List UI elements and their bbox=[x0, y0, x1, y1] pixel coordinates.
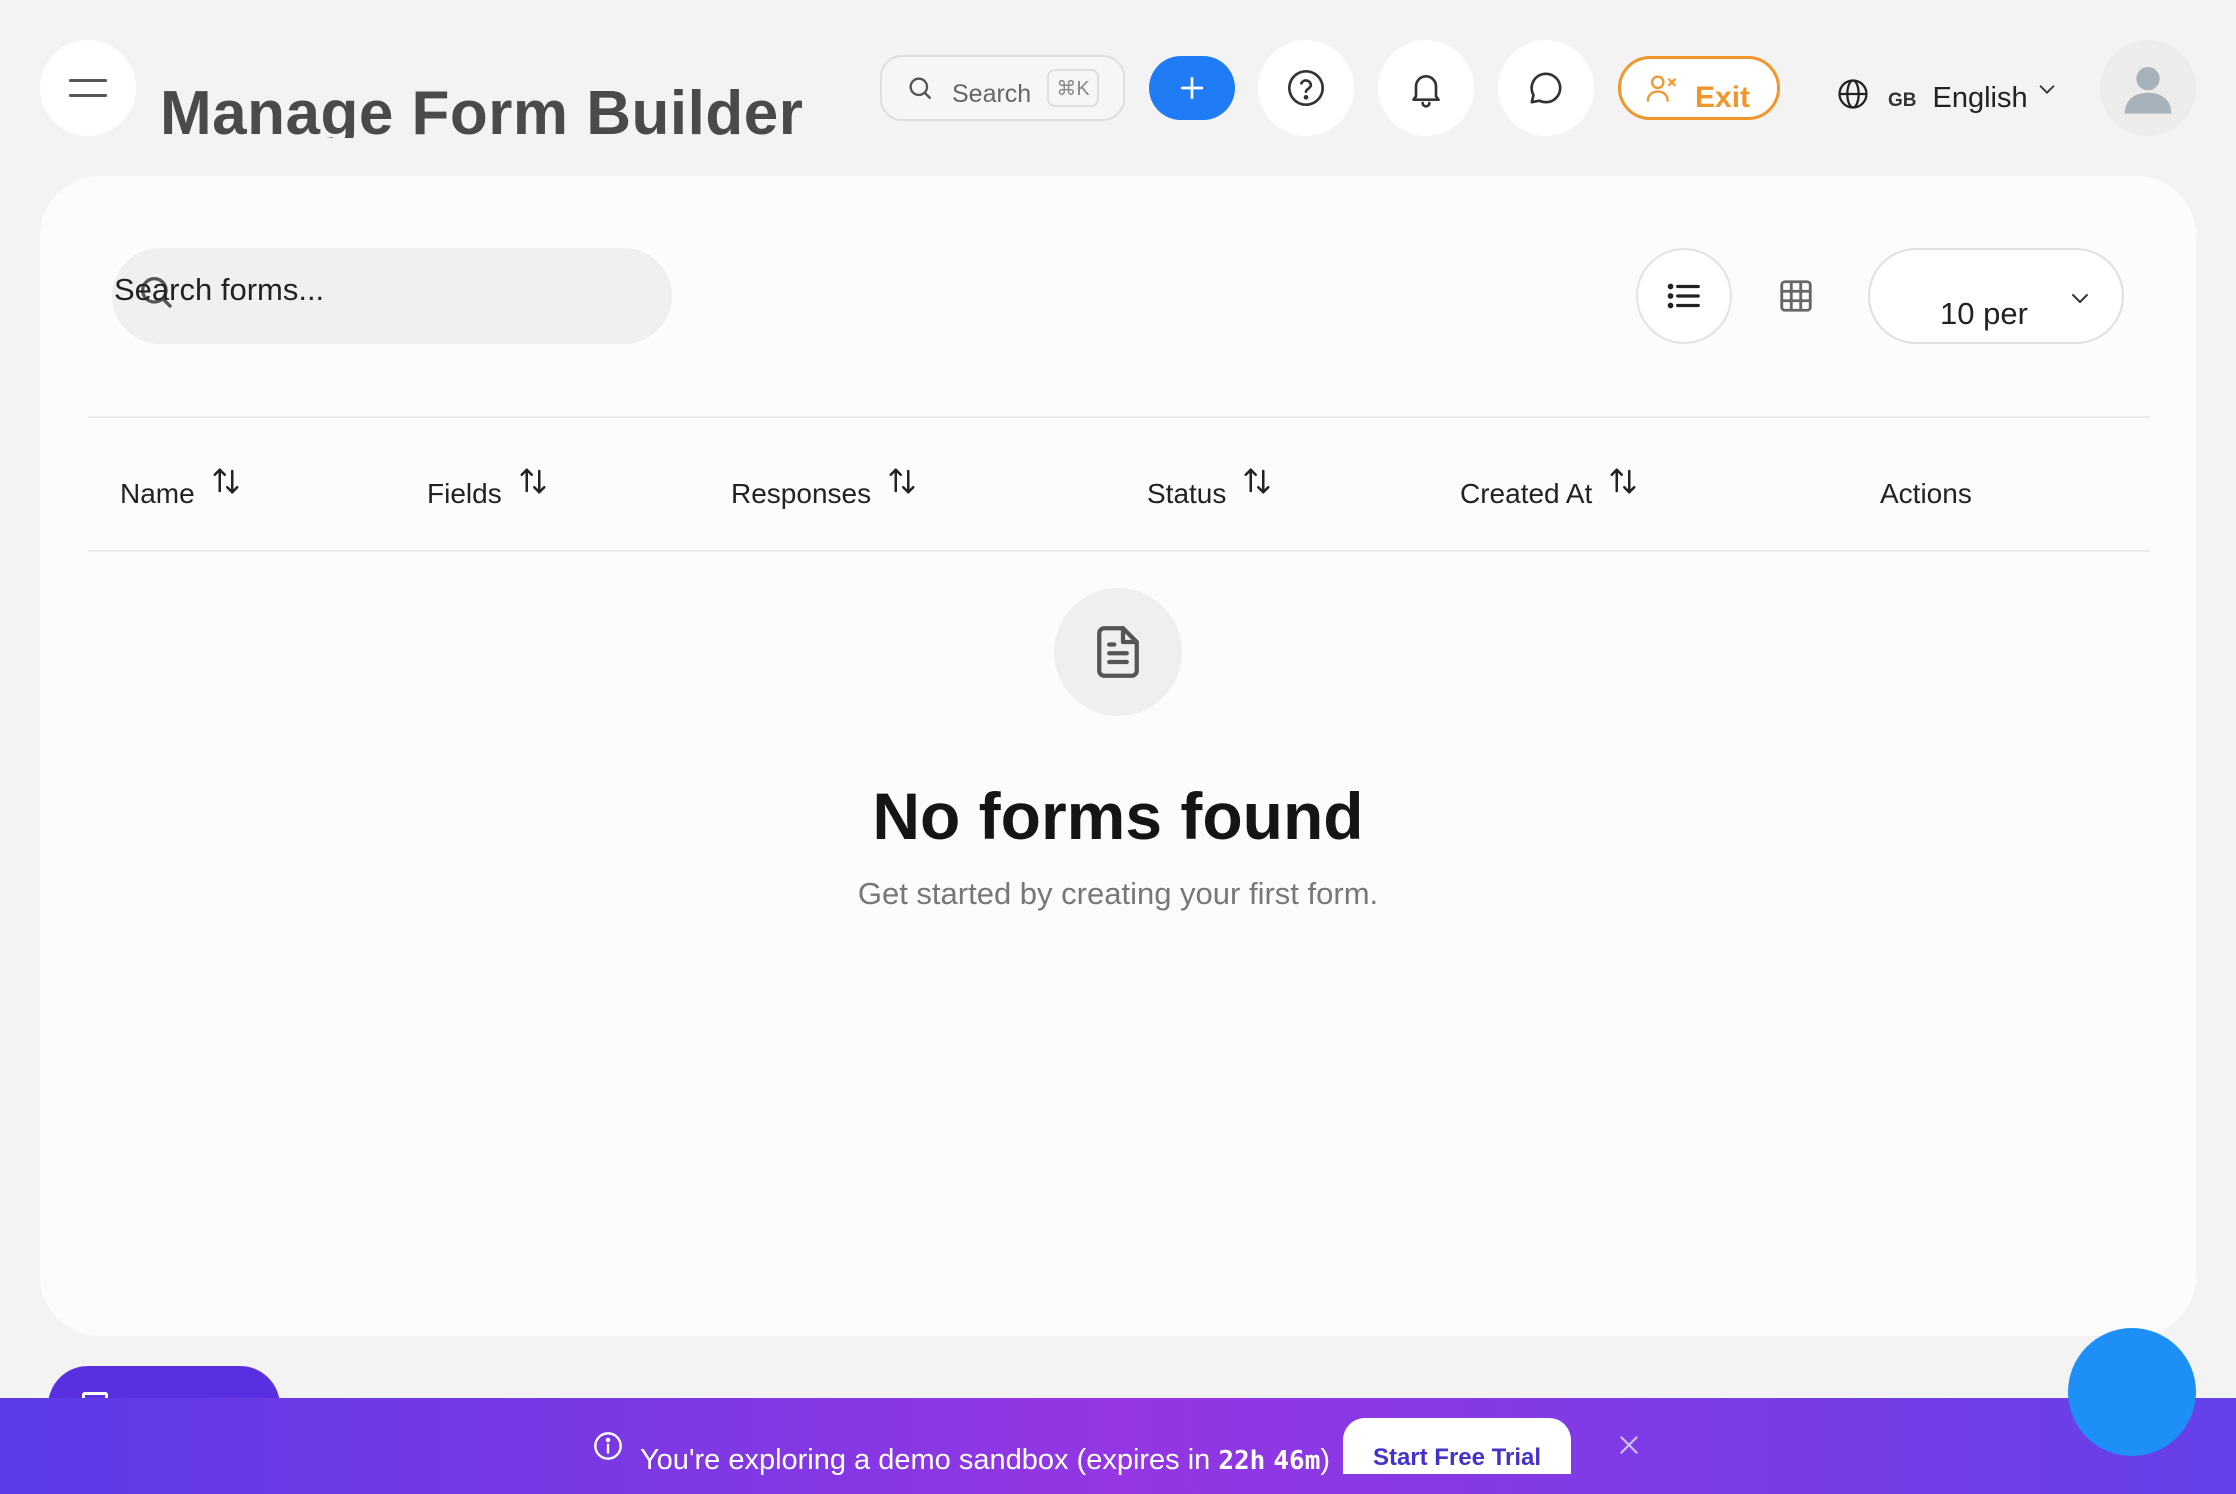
language-selector[interactable]: GB English bbox=[1836, 66, 2058, 122]
column-header-actions: Actions bbox=[1880, 466, 1972, 510]
chevron-down-icon bbox=[2072, 294, 2088, 304]
search-icon bbox=[909, 77, 932, 100]
bell-icon bbox=[1412, 75, 1440, 108]
plus-icon bbox=[1180, 76, 1204, 100]
banner-message: You're exploring a demo sandbox (expires… bbox=[640, 1444, 1330, 1477]
column-header-label: Actions bbox=[1880, 478, 1972, 509]
start-free-trial-button[interactable]: Start Free Trial bbox=[1343, 1418, 1571, 1474]
exit-button[interactable]: Exit bbox=[1618, 56, 1780, 120]
help-icon bbox=[1288, 70, 1324, 106]
grid-view-icon bbox=[1780, 280, 1812, 312]
notifications-button[interactable] bbox=[1378, 40, 1474, 136]
sort-icon bbox=[889, 468, 915, 494]
menu-icon-line bbox=[69, 79, 107, 82]
info-icon bbox=[594, 1432, 622, 1460]
search-shortcut-badge: ⌘K bbox=[1047, 69, 1099, 107]
user-avatar[interactable] bbox=[2100, 40, 2196, 136]
chevron-down-icon bbox=[2039, 85, 2054, 94]
column-header-name[interactable]: Name bbox=[120, 466, 241, 510]
forms-card: 10 per Name Fields Responses Status Crea… bbox=[40, 176, 2196, 1336]
empty-state-icon-wrap bbox=[1054, 588, 1182, 716]
help-button[interactable] bbox=[1258, 40, 1354, 136]
global-search-label: Search bbox=[952, 79, 1032, 108]
per-page-value: 10 per bbox=[1940, 296, 2028, 331]
sort-icon bbox=[1610, 468, 1636, 494]
add-button[interactable] bbox=[1149, 56, 1235, 120]
banner-minutes: 46m bbox=[1273, 1446, 1321, 1476]
banner-hours: 22h bbox=[1218, 1446, 1266, 1476]
close-icon[interactable] bbox=[1616, 1432, 1642, 1458]
column-header-label: Status bbox=[1147, 478, 1227, 509]
column-header-label: Fields bbox=[427, 478, 502, 509]
user-x-icon bbox=[1646, 75, 1676, 102]
divider bbox=[88, 416, 2150, 418]
column-header-created-at[interactable]: Created At bbox=[1460, 466, 1638, 510]
language-code: GB bbox=[1888, 90, 1917, 111]
empty-state-subtitle: Get started by creating your first form. bbox=[857, 876, 1379, 911]
language-name: English bbox=[1932, 81, 2028, 114]
column-header-fields[interactable]: Fields bbox=[427, 466, 548, 510]
banner-message-text: You're exploring a demo sandbox (expires… bbox=[640, 1444, 1219, 1476]
exit-label: Exit bbox=[1695, 81, 1751, 114]
chat-icon bbox=[1530, 72, 1562, 104]
document-icon bbox=[1097, 626, 1139, 678]
sort-icon bbox=[213, 468, 239, 494]
column-header-responses[interactable]: Responses bbox=[731, 466, 917, 510]
list-view-icon bbox=[1667, 283, 1700, 309]
menu-icon-line bbox=[69, 94, 107, 97]
column-header-status[interactable]: Status bbox=[1147, 466, 1272, 510]
page: Manage Form Builder Search ⌘K Exit GB En… bbox=[0, 0, 2236, 1494]
sort-icon bbox=[1244, 468, 1270, 494]
column-header-label: Created At bbox=[1460, 478, 1593, 509]
grid-view-button[interactable] bbox=[1748, 248, 1844, 344]
page-title: Manage Form Builder bbox=[160, 79, 804, 138]
globe-icon bbox=[1838, 79, 1868, 109]
menu-button[interactable] bbox=[40, 40, 136, 136]
column-header-label: Responses bbox=[731, 478, 872, 509]
empty-state-title: No forms found bbox=[872, 779, 1364, 853]
floating-chat-button[interactable] bbox=[2068, 1328, 2196, 1456]
global-search-button[interactable]: Search ⌘K bbox=[880, 55, 1125, 121]
forms-search-input[interactable] bbox=[114, 248, 654, 344]
messages-button[interactable] bbox=[1498, 40, 1594, 136]
column-header-label: Name bbox=[120, 478, 195, 509]
user-avatar-icon bbox=[2124, 67, 2172, 114]
banner-message-end: ) bbox=[1320, 1444, 1331, 1476]
demo-banner: You're exploring a demo sandbox (expires… bbox=[0, 1398, 2236, 1494]
divider bbox=[88, 550, 2150, 552]
forms-search-box[interactable] bbox=[112, 248, 672, 344]
sort-icon bbox=[520, 468, 546, 494]
list-view-button[interactable] bbox=[1636, 248, 1732, 344]
per-page-select[interactable]: 10 per bbox=[1868, 248, 2124, 344]
